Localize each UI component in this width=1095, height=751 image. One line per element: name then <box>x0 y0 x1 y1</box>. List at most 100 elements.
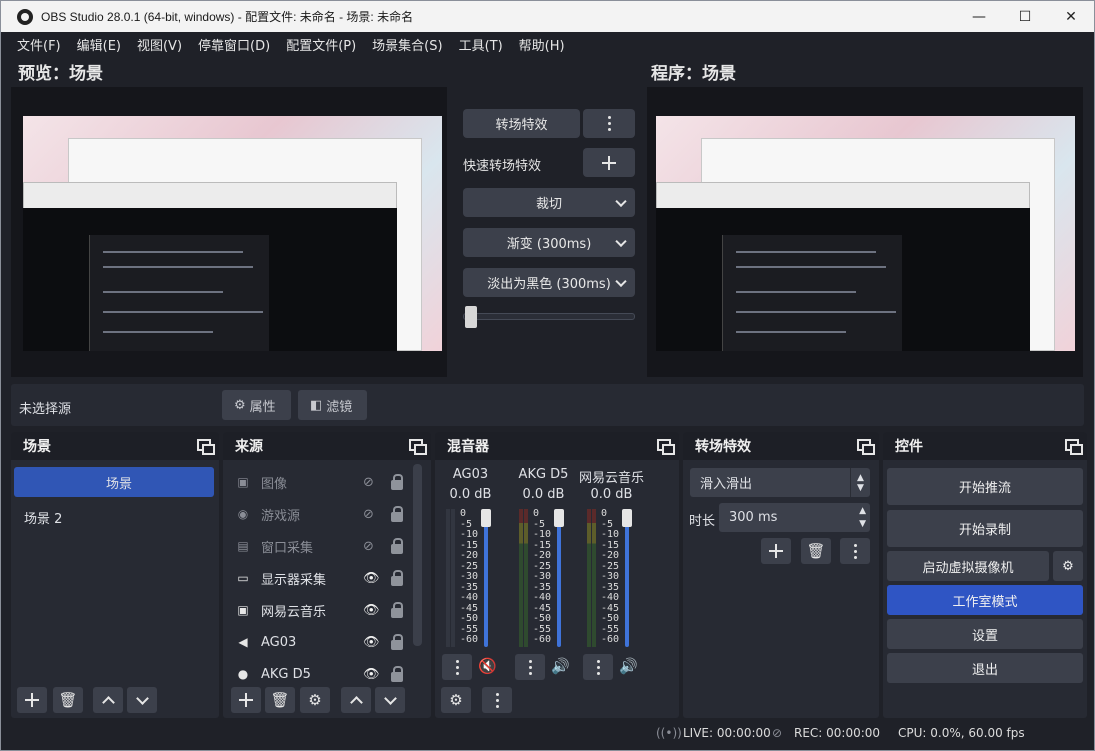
source-item[interactable]: ● AKG D5 👁 <box>235 658 410 690</box>
undock-icon[interactable] <box>657 439 675 455</box>
scene-label: 场景 <box>105 476 132 492</box>
menu-edit[interactable]: 编辑(E) <box>69 35 129 54</box>
speaker-muted-icon[interactable]: 🔇 <box>478 657 497 675</box>
channel-menu-button[interactable] <box>583 654 613 680</box>
eye-slash-icon[interactable]: ⊘ <box>363 539 374 554</box>
lock-icon[interactable] <box>391 570 403 586</box>
lock-icon[interactable] <box>391 666 403 682</box>
quick-transitions-label: 快速转场特效 <box>463 159 542 174</box>
transition-more-button[interactable] <box>583 109 635 138</box>
volume-handle[interactable] <box>481 509 491 527</box>
sources-title: 来源 <box>223 432 431 460</box>
source-properties-button[interactable]: ⚙ <box>300 687 330 713</box>
lock-icon[interactable] <box>391 602 403 618</box>
remove-scene-button[interactable]: 🗑 <box>53 687 83 713</box>
quick-transition-fade-to-black[interactable]: 淡出为黑色 (300ms) <box>463 268 635 297</box>
start-virtual-camera-button[interactable]: 启动虚拟摄像机 <box>887 551 1049 581</box>
move-scene-up-button[interactable] <box>93 687 123 713</box>
sources-scrollbar[interactable] <box>413 464 422 646</box>
undock-icon[interactable] <box>1065 439 1083 455</box>
quick-transition-cut[interactable]: 裁切 <box>463 188 635 217</box>
volume-handle[interactable] <box>622 509 632 527</box>
remove-transition-button[interactable]: 🗑 <box>801 538 831 564</box>
volume-slider[interactable] <box>557 509 561 647</box>
menu-tools[interactable]: 工具(T) <box>451 35 511 54</box>
scenes-title: 场景 <box>11 432 219 460</box>
scene-label: 场景 2 <box>24 511 63 527</box>
add-quick-transition-button[interactable] <box>583 148 635 177</box>
transition-properties-button[interactable] <box>840 538 870 564</box>
scene-item[interactable]: 场景 <box>14 467 214 497</box>
speaker-icon[interactable]: 🔊 <box>551 657 570 675</box>
exit-button[interactable]: 退出 <box>887 653 1083 683</box>
mixer-advanced-button[interactable]: ⚙ <box>441 687 471 713</box>
source-item[interactable]: ▭ 显示器采集 👁 <box>235 562 410 594</box>
close-window-button[interactable]: ✕ <box>1048 1 1094 32</box>
duration-spinbox[interactable]: 300 ms ▲ ▼ <box>719 503 870 532</box>
start-recording-button[interactable]: 开始录制 <box>887 510 1083 547</box>
channel-menu-button[interactable] <box>515 654 545 680</box>
duration-label: 时长 <box>689 514 716 529</box>
source-item[interactable]: ▣ 图像 ⊘ <box>235 466 410 498</box>
add-scene-button[interactable] <box>17 687 47 713</box>
speaker-icon[interactable]: 🔊 <box>619 657 638 675</box>
source-item[interactable]: ◀ AG03 👁 <box>235 626 410 658</box>
lock-icon[interactable] <box>391 634 403 650</box>
properties-label: 属性 <box>249 399 276 415</box>
menu-view[interactable]: 视图(V) <box>129 35 190 54</box>
properties-button[interactable]: ⚙ 属性 <box>222 390 291 420</box>
maximize-button[interactable]: ☐ <box>1002 1 1048 32</box>
program-label: 程序：场景 <box>651 64 736 84</box>
eye-icon[interactable]: 👁 <box>363 571 380 586</box>
transitions-title: 转场特效 <box>683 432 879 460</box>
lock-icon[interactable] <box>391 474 403 490</box>
lock-icon[interactable] <box>391 538 403 554</box>
undock-icon[interactable] <box>857 439 875 455</box>
source-item[interactable]: ▣ 网易云音乐 👁 <box>235 594 410 626</box>
transition-button[interactable]: 转场特效 <box>463 109 580 138</box>
mixer-more-button[interactable] <box>482 687 512 713</box>
eye-icon[interactable]: 👁 <box>363 667 380 682</box>
add-transition-button[interactable] <box>761 538 791 564</box>
menu-docks[interactable]: 停靠窗口(D) <box>190 35 278 54</box>
eye-icon[interactable]: 👁 <box>363 635 380 650</box>
settings-button[interactable]: 设置 <box>887 619 1083 649</box>
source-item[interactable]: ◉ 游戏源 ⊘ <box>235 498 410 530</box>
undock-icon[interactable] <box>197 439 215 455</box>
add-source-button[interactable] <box>231 687 261 713</box>
menu-help[interactable]: 帮助(H) <box>511 35 573 54</box>
move-scene-down-button[interactable] <box>127 687 157 713</box>
eye-slash-icon[interactable]: ⊘ <box>363 475 374 490</box>
tbar-slider[interactable] <box>463 306 635 328</box>
transition-select[interactable]: 滑入滑出 ▲ ▼ <box>690 468 870 497</box>
volume-slider[interactable] <box>625 509 629 647</box>
tbar-handle[interactable] <box>465 306 477 328</box>
filters-button[interactable]: ◧ 滤镜 <box>298 390 367 420</box>
title-bar: OBS Studio 28.0.1 (64-bit, windows) - 配置… <box>1 1 1094 32</box>
menu-scene-collection[interactable]: 场景集合(S) <box>364 35 450 54</box>
volume-handle[interactable] <box>554 509 564 527</box>
mixer-channel: 网易云音乐 0.0 dB <box>579 467 644 507</box>
move-source-up-button[interactable] <box>341 687 371 713</box>
channel-menu-button[interactable] <box>442 654 472 680</box>
virtual-camera-settings-button[interactable]: ⚙ <box>1053 551 1083 581</box>
start-streaming-button[interactable]: 开始推流 <box>887 468 1083 505</box>
eye-slash-icon[interactable]: ⊘ <box>363 507 374 522</box>
spin-arrows-icon[interactable]: ▲ ▼ <box>859 503 866 532</box>
lock-icon[interactable] <box>391 506 403 522</box>
audio-output-icon: ▣ <box>237 603 249 617</box>
menu-profile[interactable]: 配置文件(P) <box>278 35 364 54</box>
volume-slider[interactable] <box>484 509 488 647</box>
source-item[interactable]: ▤ 窗口采集 ⊘ <box>235 530 410 562</box>
scene-item[interactable]: 场景 2 <box>14 502 214 532</box>
undock-icon[interactable] <box>409 439 427 455</box>
rec-timer: REC: 00:00:00 <box>794 726 881 740</box>
quick-transition-fade[interactable]: 渐变 (300ms) <box>463 228 635 257</box>
studio-mode-button[interactable]: 工作室模式 <box>887 585 1083 615</box>
remove-source-button[interactable]: 🗑 <box>265 687 295 713</box>
eye-icon[interactable]: 👁 <box>363 603 380 618</box>
chevron-down-icon <box>615 195 627 207</box>
minimize-button[interactable]: — <box>956 1 1002 32</box>
menu-file[interactable]: 文件(F) <box>9 35 69 54</box>
move-source-down-button[interactable] <box>375 687 405 713</box>
